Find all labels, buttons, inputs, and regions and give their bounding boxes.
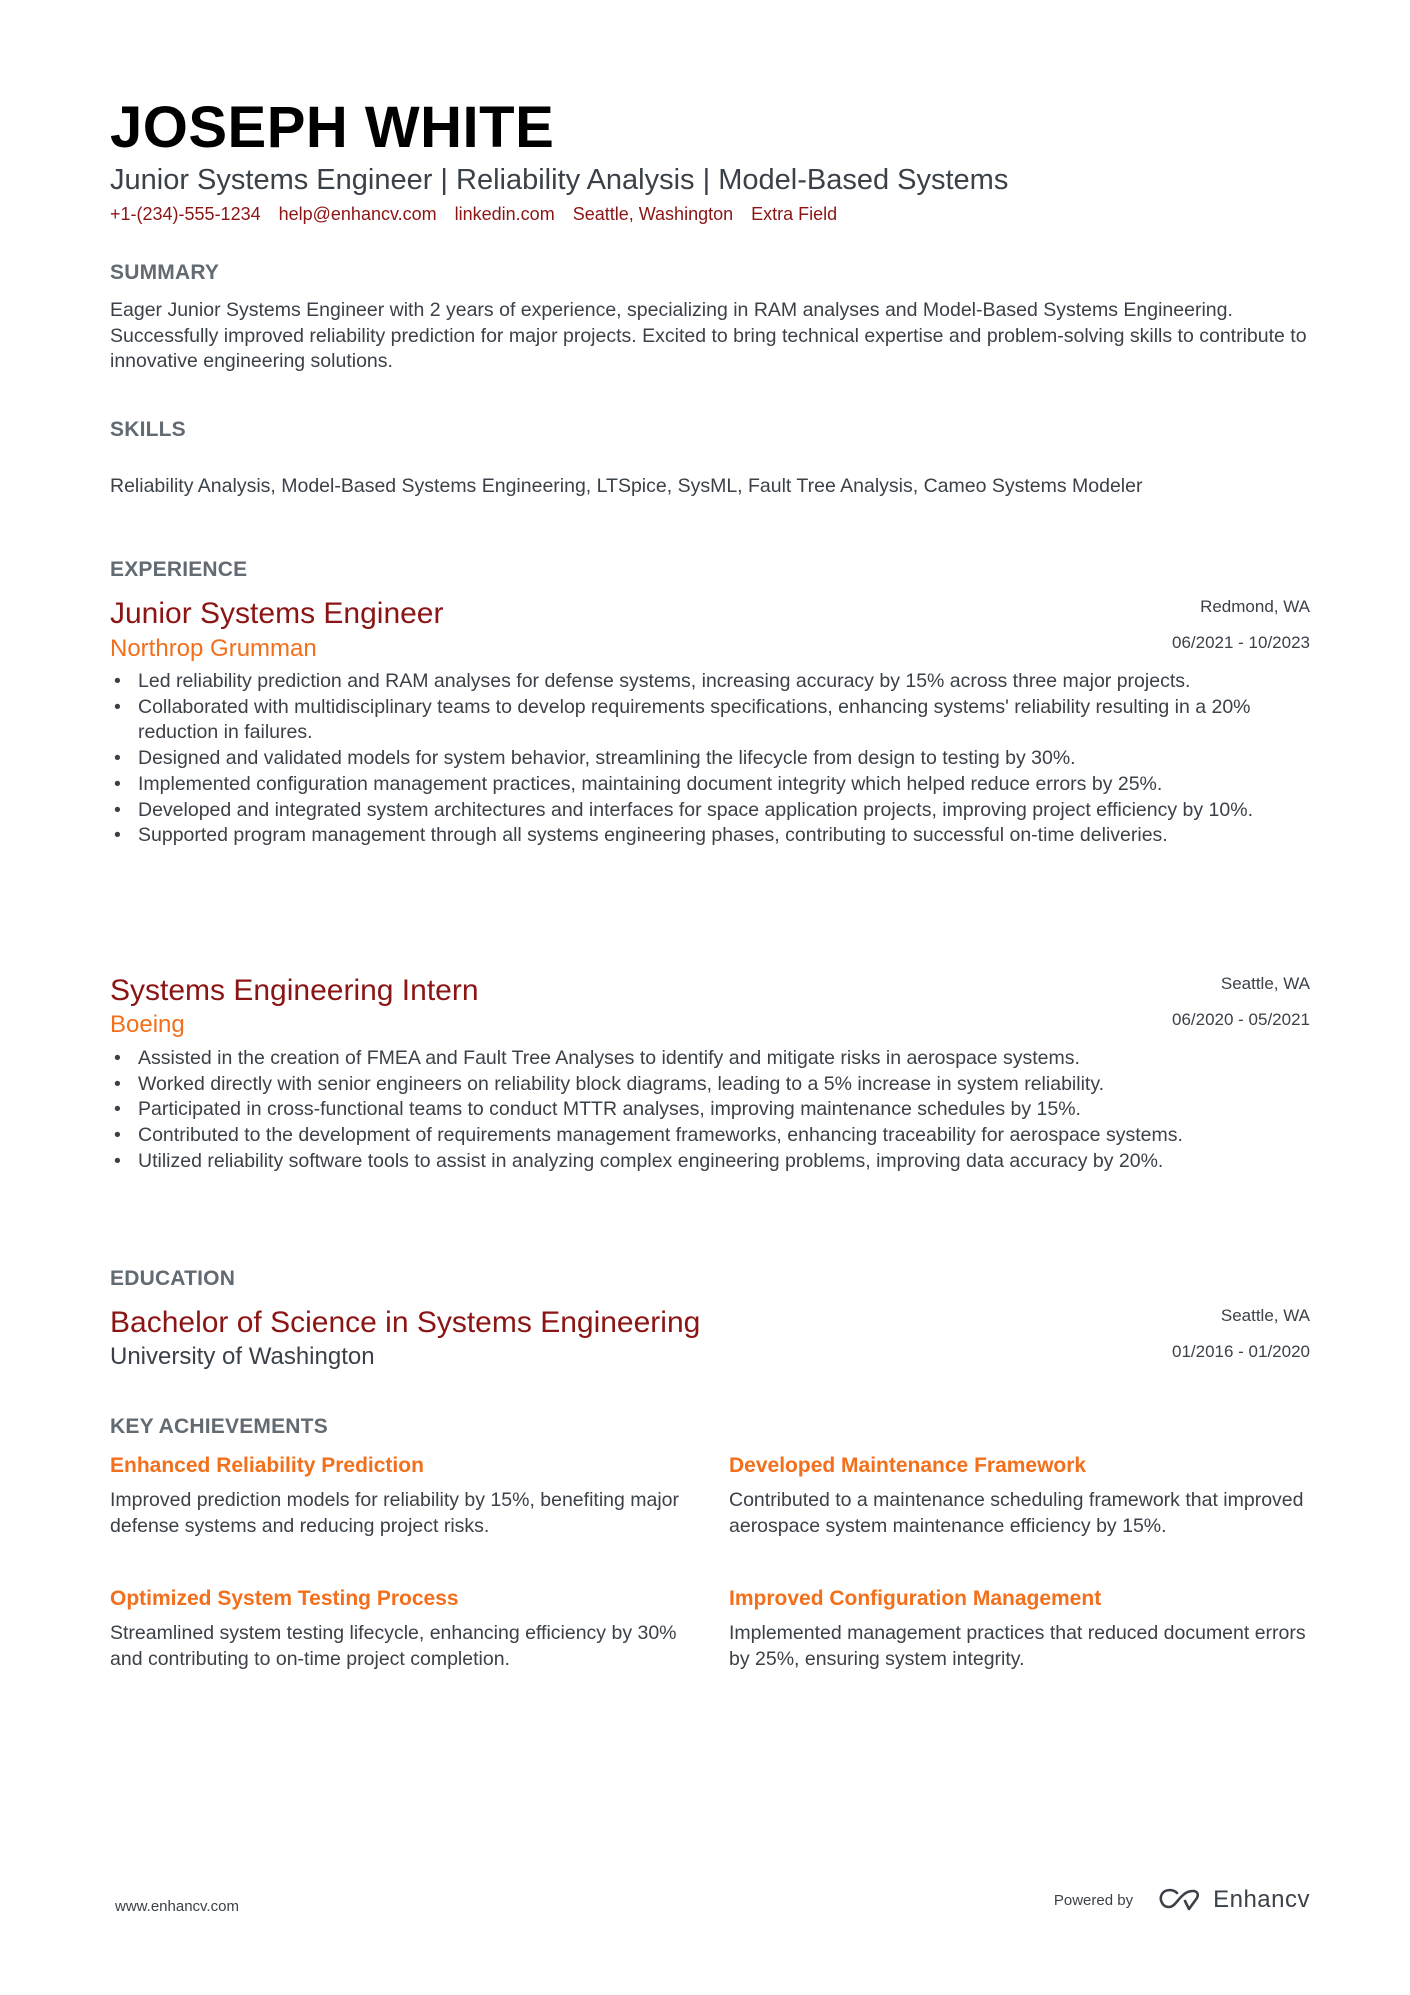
bullet-item: Participated in cross-functional teams t…	[114, 1097, 1310, 1123]
achievement-item: Improved Configuration Management Implem…	[729, 1585, 1319, 1672]
skills-heading: SKILLS	[110, 418, 186, 441]
brand-name: Enhancv	[1213, 1886, 1310, 1913]
achievement-desc: Contributed to a maintenance scheduling …	[729, 1489, 1304, 1537]
powered-by-label: Powered by	[1053, 1891, 1134, 1909]
bullet-item: Developed and integrated system architec…	[114, 798, 1310, 824]
achievement-item: Enhanced Reliability Prediction Improved…	[110, 1452, 700, 1539]
achievement-desc: Improved prediction models for reliabili…	[110, 1489, 680, 1537]
bullet-item: Worked directly with senior engineers on…	[114, 1072, 1310, 1098]
footer-branding: Powered by Enhancv	[1054, 1886, 1310, 1914]
job-dates: 06/2020 - 05/2021	[1171, 1010, 1310, 1029]
candidate-name: JOSEPH WHITE	[110, 95, 555, 160]
achievement-desc: Implemented management practices that re…	[729, 1622, 1306, 1670]
bullet-item: Implemented configuration management pra…	[114, 772, 1310, 798]
contact-line: +1-(234)-555-1234 help@enhancv.com linkedi…	[110, 202, 855, 226]
bullet-item: Utilized reliability software tools to a…	[114, 1149, 1310, 1175]
contact-phone[interactable]: +1-(234)-555-1234	[110, 204, 261, 224]
skills-text: Reliability Analysis, Model-Based System…	[110, 475, 1143, 497]
achievements-heading: KEY ACHIEVEMENTS	[110, 1415, 328, 1438]
bullet-item: Supported program management through all…	[114, 823, 1310, 849]
contact-linkedin[interactable]: linkedin.com	[455, 204, 555, 224]
school-name: University of Washington	[110, 1343, 375, 1370]
footer-website[interactable]: www.enhancv.com	[115, 1898, 239, 1915]
contact-extra-field: Extra Field	[751, 204, 838, 224]
bullet-item: Designed and validated models for system…	[114, 746, 1310, 772]
job-location: Redmond, WA	[1200, 597, 1310, 616]
achievement-desc: Streamlined system testing lifecycle, en…	[110, 1622, 677, 1670]
contact-email[interactable]: help@enhancv.com	[279, 204, 437, 224]
job-title: Junior Systems Engineer	[110, 597, 444, 630]
achievement-title: Enhanced Reliability Prediction	[110, 1454, 424, 1477]
job-location: Seattle, WA	[1220, 974, 1310, 993]
summary-heading: SUMMARY	[110, 261, 220, 284]
job-title: Systems Engineering Intern	[110, 974, 479, 1007]
bullet-item: Collaborated with multidisciplinary team…	[114, 695, 1310, 746]
job-bullets: Assisted in the creation of FMEA and Fau…	[110, 1046, 1310, 1175]
brand-link[interactable]: Enhancv	[1157, 1886, 1310, 1914]
summary-text: Eager Junior Systems Engineer with 2 yea…	[110, 299, 1307, 373]
achievement-title: Optimized System Testing Process	[110, 1587, 459, 1610]
achievement-item: Developed Maintenance Framework Contribu…	[729, 1452, 1319, 1539]
job-dates: 06/2021 - 10/2023	[1171, 633, 1310, 652]
education-heading: EDUCATION	[110, 1267, 236, 1290]
company-name: Northrop Grumman	[110, 635, 317, 662]
achievement-title: Developed Maintenance Framework	[729, 1454, 1087, 1477]
education-dates: 01/2016 - 01/2020	[1171, 1342, 1310, 1361]
achievement-title: Improved Configuration Management	[729, 1587, 1102, 1610]
degree-title: Bachelor of Science in Systems Engineeri…	[110, 1306, 701, 1339]
experience-heading: EXPERIENCE	[110, 558, 248, 581]
education-location: Seattle, WA	[1220, 1306, 1310, 1325]
achievement-item: Optimized System Testing Process Streaml…	[110, 1585, 700, 1672]
bullet-item: Led reliability prediction and RAM analy…	[114, 669, 1310, 695]
company-name: Boeing	[110, 1011, 185, 1038]
contact-location: Seattle, Washington	[572, 204, 734, 224]
headline: Junior Systems Engineer | Reliability An…	[110, 164, 1009, 196]
bullet-item: Assisted in the creation of FMEA and Fau…	[114, 1046, 1310, 1072]
job-bullets: Led reliability prediction and RAM analy…	[110, 669, 1310, 849]
bullet-item: Contributed to the development of requir…	[114, 1123, 1310, 1149]
enhancv-logo-icon	[1159, 1888, 1200, 1911]
